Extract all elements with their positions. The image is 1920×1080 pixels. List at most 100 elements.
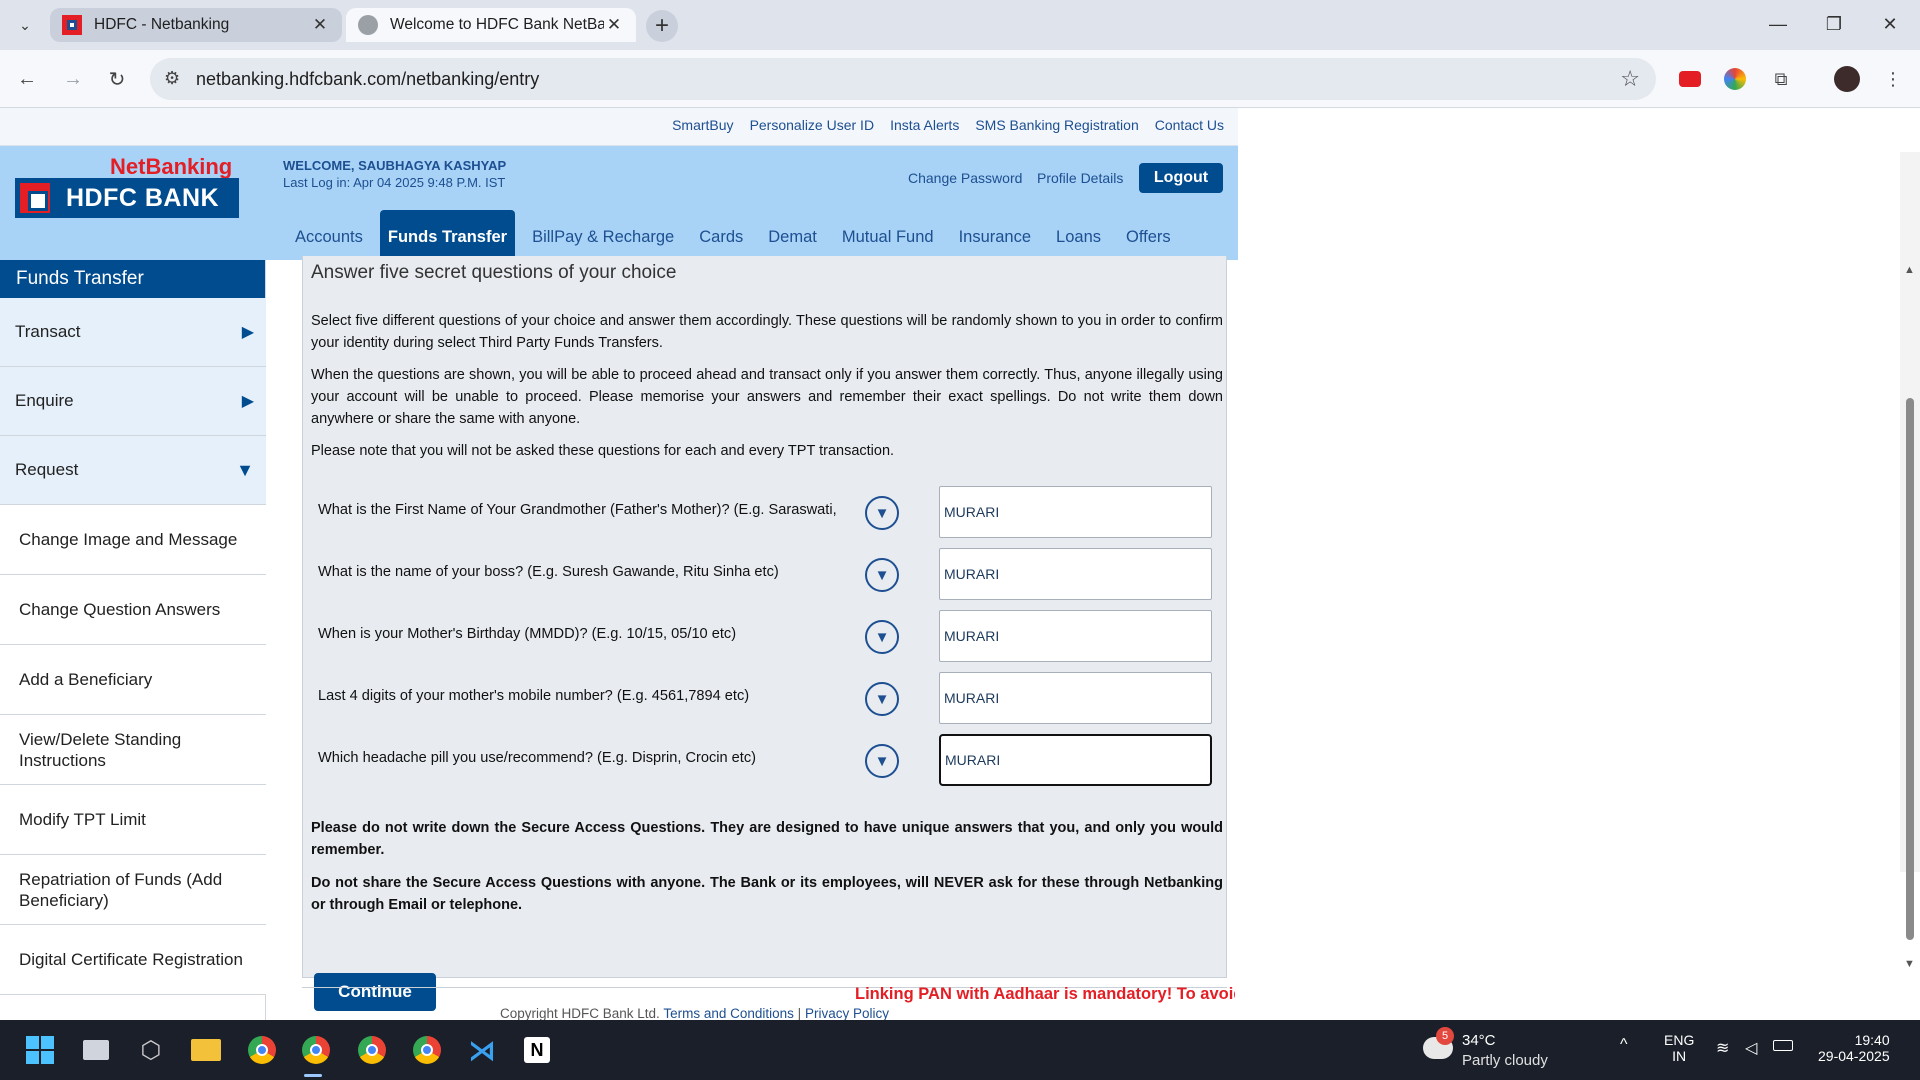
close-tab-icon[interactable]: ✕: [310, 15, 330, 35]
change-password-link[interactable]: Change Password: [908, 170, 1022, 186]
news-ticker[interactable]: Linking PAN with Aadhaar is mandatory! T…: [855, 985, 1235, 1004]
copyright-footer: Copyright HDFC Bank Ltd. Terms and Condi…: [500, 1006, 889, 1020]
question-row: What is the First Name of Your Grandmoth…: [303, 486, 1228, 538]
sidebar-section-enquire[interactable]: Enquire ▶: [0, 367, 266, 436]
close-window-icon[interactable]: ✕: [1862, 0, 1918, 48]
vscode-icon[interactable]: ⋊: [464, 1032, 500, 1068]
secret-questions-panel: Answer five secret questions of your cho…: [302, 256, 1228, 1011]
site-info-icon[interactable]: ⚙: [164, 68, 180, 89]
close-tab-icon[interactable]: ✕: [604, 15, 624, 35]
tab-search-icon[interactable]: ⌄: [12, 12, 38, 38]
nav-insurance[interactable]: Insurance: [951, 210, 1039, 260]
sidebar-item-add-beneficiary[interactable]: Add a Beneficiary: [0, 645, 266, 715]
chrome-icon[interactable]: [354, 1032, 390, 1068]
sidebar-item-modify-tpt-limit[interactable]: Modify TPT Limit: [0, 785, 266, 855]
smartbuy-link[interactable]: SmartBuy: [672, 117, 733, 133]
insta-alerts-link[interactable]: Insta Alerts: [890, 117, 959, 133]
browser-menu-icon[interactable]: ⋮: [1880, 66, 1906, 92]
info-paragraph: When the questions are shown, you will b…: [311, 367, 1223, 427]
question-dropdown-icon[interactable]: ▼: [865, 558, 899, 592]
question-dropdown-icon[interactable]: ▼: [865, 620, 899, 654]
terms-link[interactable]: Terms and Conditions: [663, 1006, 794, 1020]
sidebar-item-digital-certificate[interactable]: Digital Certificate Registration: [0, 925, 266, 995]
question-dropdown-icon[interactable]: ▼: [865, 682, 899, 716]
clock[interactable]: 19:40 29-04-2025: [1818, 1032, 1890, 1064]
browser-tab-hdfc-netbanking[interactable]: HDFC - Netbanking ✕: [50, 8, 342, 42]
nav-mutual-fund[interactable]: Mutual Fund: [834, 210, 942, 260]
nav-accounts[interactable]: Accounts: [287, 210, 371, 260]
wifi-icon[interactable]: ≋: [1716, 1038, 1729, 1058]
volume-icon[interactable]: ◁: [1745, 1038, 1757, 1058]
triangle-down-icon: ▼: [236, 459, 254, 480]
answer-input[interactable]: [939, 672, 1212, 724]
chrome-icon[interactable]: [409, 1032, 445, 1068]
url-text[interactable]: netbanking.hdfcbank.com/netbanking/entry: [196, 69, 539, 90]
minimize-icon[interactable]: —: [1750, 0, 1806, 48]
color-extension-icon[interactable]: [1722, 66, 1748, 92]
extensions-puzzle-icon[interactable]: ⧉: [1768, 66, 1794, 92]
battery-icon[interactable]: [1773, 1040, 1793, 1051]
weather-description[interactable]: Partly cloudy: [1462, 1052, 1548, 1069]
contact-us-link[interactable]: Contact Us: [1155, 117, 1224, 133]
language-indicator[interactable]: ENG IN: [1664, 1032, 1694, 1064]
nav-funds-transfer[interactable]: Funds Transfer: [379, 210, 516, 260]
nav-loans[interactable]: Loans: [1048, 210, 1109, 260]
app-hexagon-icon[interactable]: ⬡: [133, 1032, 169, 1068]
browser-tab-welcome[interactable]: Welcome to HDFC Bank NetBanking ✕: [346, 8, 636, 42]
language-code: ENG: [1664, 1032, 1695, 1048]
reload-icon[interactable]: ↻: [100, 62, 134, 96]
show-hidden-icons-icon[interactable]: ^: [1620, 1036, 1628, 1054]
scroll-up-icon[interactable]: ▲: [1904, 264, 1915, 276]
sidebar-item-label: Transact: [15, 322, 81, 341]
sidebar-section-request[interactable]: Request ▼: [0, 436, 266, 505]
restore-icon[interactable]: ❐: [1806, 0, 1862, 48]
main-navigation: Accounts Funds Transfer BillPay & Rechar…: [287, 210, 1188, 260]
question-row: Which headache pill you use/recommend? (…: [303, 734, 1228, 786]
privacy-policy-link[interactable]: Privacy Policy: [805, 1006, 889, 1020]
sidebar-item-repatriation[interactable]: Repatriation of Funds (Add Beneficiary): [0, 855, 266, 925]
region-code: IN: [1672, 1048, 1687, 1064]
sidebar: Funds Transfer Transact ▶ Enquire ▶ Requ…: [0, 260, 266, 1020]
nav-offers[interactable]: Offers: [1118, 210, 1179, 260]
nav-demat[interactable]: Demat: [760, 210, 825, 260]
page-scrollbar[interactable]: ▲ ▼: [1900, 152, 1920, 970]
triangle-right-icon: ▶: [241, 324, 254, 341]
bookmark-star-icon[interactable]: ☆: [1620, 66, 1640, 92]
profile-avatar[interactable]: [1834, 66, 1860, 92]
globe-favicon-icon: [358, 15, 378, 35]
chrome-icon[interactable]: [298, 1032, 334, 1068]
back-icon[interactable]: ←: [10, 62, 44, 96]
task-view-icon[interactable]: [78, 1032, 114, 1068]
chrome-icon[interactable]: [244, 1032, 280, 1068]
sidebar-item-change-image-message[interactable]: Change Image and Message: [0, 505, 266, 575]
youtube-extension-icon[interactable]: [1677, 66, 1703, 92]
logout-button[interactable]: Logout: [1139, 163, 1223, 193]
file-explorer-icon[interactable]: [188, 1032, 224, 1068]
scroll-thumb[interactable]: [1906, 398, 1914, 940]
sidebar-section-transact[interactable]: Transact ▶: [0, 298, 266, 367]
new-tab-button[interactable]: +: [646, 10, 678, 42]
windows-start-icon[interactable]: [22, 1032, 58, 1068]
scroll-down-icon[interactable]: ▼: [1904, 958, 1915, 970]
answer-input[interactable]: [939, 610, 1212, 662]
sidebar-item-change-question-answers[interactable]: Change Question Answers: [0, 575, 266, 645]
sidebar-item-standing-instructions[interactable]: View/Delete Standing Instructions: [0, 715, 266, 785]
answer-input[interactable]: [939, 548, 1212, 600]
nav-billpay-recharge[interactable]: BillPay & Recharge: [524, 210, 682, 260]
sms-banking-registration-link[interactable]: SMS Banking Registration: [975, 117, 1138, 133]
personalize-user-id-link[interactable]: Personalize User ID: [750, 117, 875, 133]
notion-icon[interactable]: N: [519, 1032, 555, 1068]
address-bar[interactable]: ⚙ netbanking.hdfcbank.com/netbanking/ent…: [150, 58, 1656, 100]
weather-temperature[interactable]: 34°C: [1462, 1032, 1496, 1049]
hdfc-bank-logo[interactable]: HDFC BANK: [15, 178, 239, 218]
answer-input[interactable]: [939, 734, 1212, 786]
forward-icon[interactable]: →: [56, 62, 90, 96]
profile-details-link[interactable]: Profile Details: [1037, 170, 1123, 186]
nav-cards[interactable]: Cards: [691, 210, 751, 260]
continue-button[interactable]: Continue: [314, 973, 436, 1011]
question-row: Last 4 digits of your mother's mobile nu…: [303, 672, 1228, 724]
windows-taskbar: [0, 1020, 1920, 1080]
question-dropdown-icon[interactable]: ▼: [865, 744, 899, 778]
answer-input[interactable]: [939, 486, 1212, 538]
question-dropdown-icon[interactable]: ▼: [865, 496, 899, 530]
